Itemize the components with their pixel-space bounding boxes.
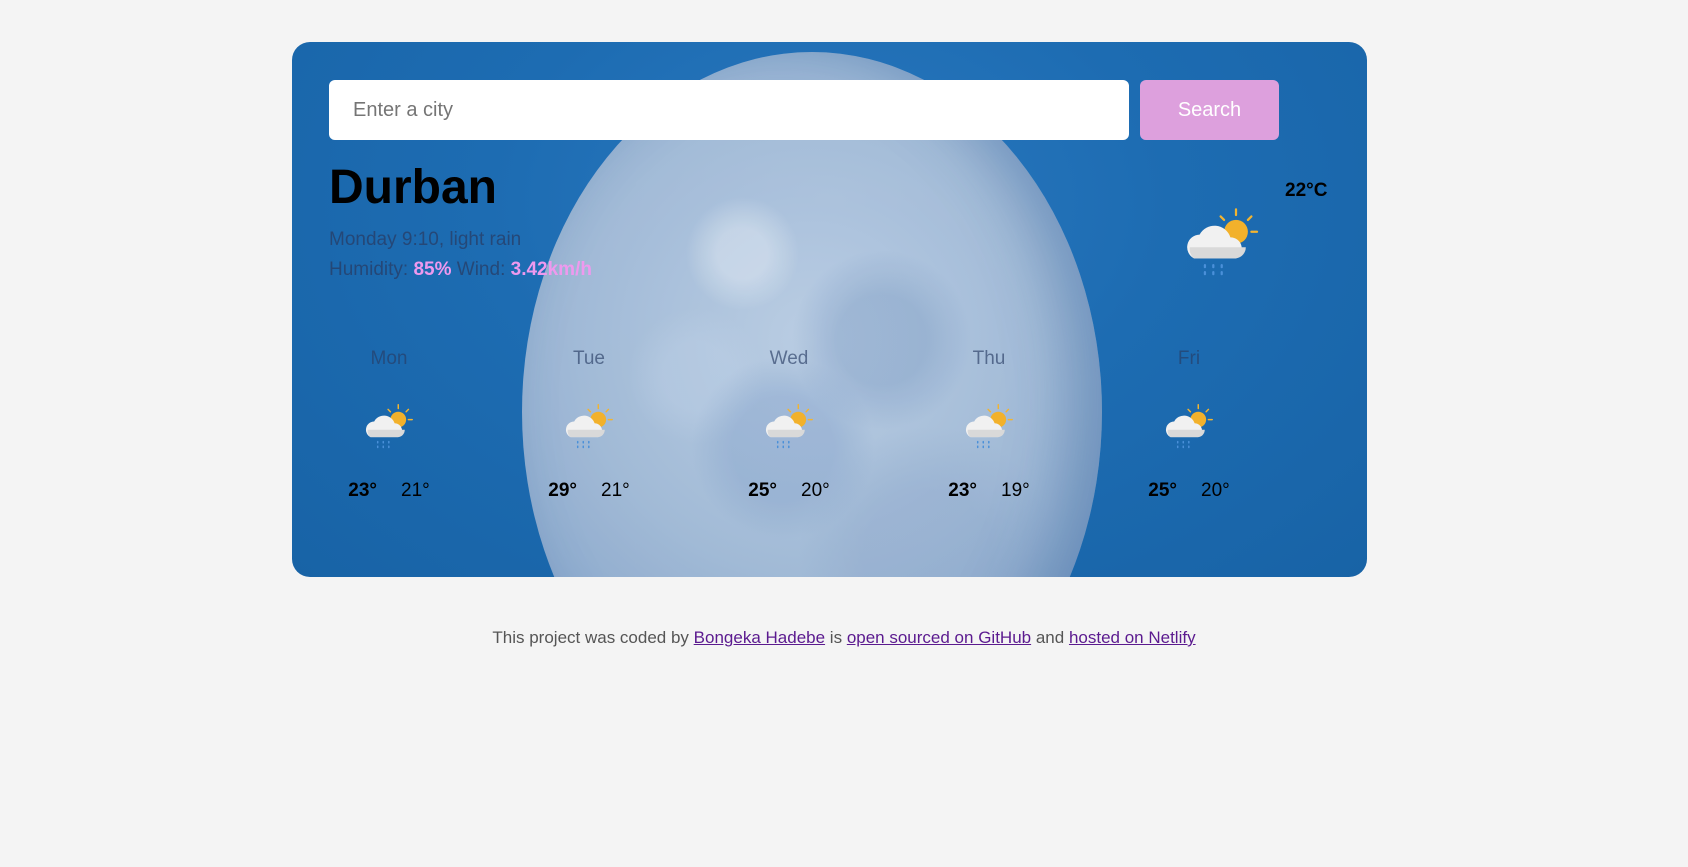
forecast-max-temp: 23° xyxy=(948,480,977,501)
github-link[interactable]: open sourced on GitHub xyxy=(847,628,1031,647)
forecast-day: Fri 25° 20° xyxy=(1129,344,1249,502)
datetime-description: Monday 9:10, light rain xyxy=(329,229,522,250)
rain-cloud-sun-icon xyxy=(1180,204,1264,282)
rain-cloud-sun-icon xyxy=(761,402,817,452)
forecast-day-name: Wed xyxy=(769,348,809,369)
forecast-max-temp: 25° xyxy=(1148,480,1177,501)
forecast-temps: 23° 19° xyxy=(929,480,1049,502)
city-search-input[interactable] xyxy=(329,80,1129,140)
author-link[interactable]: Bongeka Hadebe xyxy=(694,628,825,647)
forecast-day-name: Fri xyxy=(1177,348,1201,369)
forecast-day: Mon 23° 21° xyxy=(329,344,449,502)
humidity-value: 85% xyxy=(413,259,452,280)
forecast-day-name: Tue xyxy=(572,348,606,369)
footer-text-and: and xyxy=(1035,628,1065,647)
forecast-temps: 25° 20° xyxy=(729,480,849,502)
forecast-day: Tue 29° 21° xyxy=(529,344,649,502)
forecast-temps: 23° 21° xyxy=(329,480,449,502)
forecast-day-name: Mon xyxy=(370,348,408,369)
forecast-min-temp: 21° xyxy=(601,480,630,501)
footer-text-coded-by: This project was coded by xyxy=(492,628,689,647)
humidity-label: Humidity: xyxy=(329,259,409,280)
forecast-min-temp: 20° xyxy=(1201,480,1230,501)
forecast-min-temp: 21° xyxy=(401,480,430,501)
current-details: Monday 9:10, light rain Humidity: 85% Wi… xyxy=(329,225,592,285)
search-form: Search xyxy=(329,80,1279,140)
forecast-min-temp: 20° xyxy=(801,480,830,501)
weather-card: Search Durban Monday 9:10, light rain Hu… xyxy=(292,42,1367,577)
footer-text-is: is xyxy=(829,628,843,647)
forecast-day: Wed 25° 20° xyxy=(729,344,849,502)
wind-value: 3.42km/h xyxy=(510,259,592,280)
forecast-max-temp: 29° xyxy=(548,480,577,501)
rain-cloud-sun-icon xyxy=(361,402,417,452)
forecast-max-temp: 23° xyxy=(348,480,377,501)
city-name: Durban xyxy=(329,161,497,214)
forecast-day: Thu 23° 19° xyxy=(929,344,1049,502)
forecast-temps: 29° 21° xyxy=(529,480,649,502)
search-button[interactable]: Search xyxy=(1140,80,1279,140)
forecast-temps: 25° 20° xyxy=(1129,480,1249,502)
netlify-link[interactable]: hosted on Netlify xyxy=(1069,628,1196,647)
wind-label: Wind: xyxy=(456,259,506,280)
rain-cloud-sun-icon xyxy=(561,402,617,452)
forecast-day-name: Thu xyxy=(972,348,1006,369)
current-temperature: 22°C xyxy=(1285,180,1328,201)
humidity-wind-line: Humidity: 85% Wind: 3.42km/h xyxy=(329,255,592,285)
forecast-max-temp: 25° xyxy=(748,480,777,501)
rain-cloud-sun-icon xyxy=(1161,402,1217,452)
forecast-min-temp: 19° xyxy=(1001,480,1030,501)
rain-cloud-sun-icon xyxy=(961,402,1017,452)
footer: This project was coded by Bongeka Hadebe… xyxy=(0,628,1688,648)
